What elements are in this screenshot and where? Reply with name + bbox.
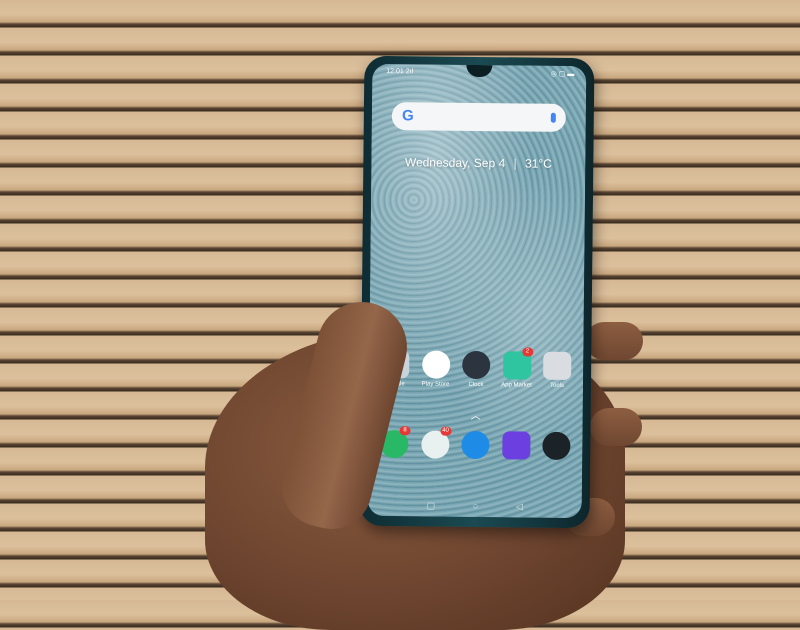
back-button[interactable]: ◁ [516, 501, 523, 512]
date-weather-widget[interactable]: Wednesday, Sep 4 | 31°C [371, 155, 585, 171]
dock-browser[interactable] [455, 430, 495, 460]
notification-badge: 8 [399, 426, 411, 436]
navigation-bar: ▢ ○ ◁ [408, 498, 542, 513]
app-app-market[interactable]: 2 App Market [496, 347, 536, 389]
app-label: Play Store [421, 381, 450, 388]
home-button[interactable]: ○ [473, 501, 479, 511]
notification-badge: 40 [439, 426, 452, 436]
mic-icon[interactable] [550, 112, 556, 123]
app-label: Tools [549, 382, 565, 389]
recent-apps-button[interactable]: ▢ [427, 500, 436, 511]
date-text: Wednesday, Sep 4 [404, 155, 506, 171]
app-label: App Market [501, 382, 532, 389]
phone: 12:01 2ıl ◎ ▢ ▬ G Wednesday, Sep 4 | 31°… [359, 55, 595, 529]
status-time: 12:01 [386, 68, 404, 76]
app-tools-folder[interactable]: Tools [537, 351, 577, 389]
play-store-icon [421, 350, 450, 379]
camera-icon [542, 431, 571, 460]
dock-messages[interactable]: 40 [415, 426, 455, 459]
status-icons: ◎ ▢ ▬ [550, 70, 575, 79]
temperature-text: 31°C [524, 156, 552, 171]
gallery-icon [501, 431, 531, 460]
hand-finger [585, 322, 643, 360]
dock-camera[interactable] [536, 431, 576, 460]
phone-screen: 12:01 2ıl ◎ ▢ ▬ G Wednesday, Sep 4 | 31°… [367, 63, 587, 519]
notification-badge: 2 [521, 347, 533, 357]
app-clock[interactable]: Clock [456, 350, 496, 389]
app-play-store[interactable]: Play Store [415, 350, 455, 388]
status-bar: 12:01 2ıl ◎ ▢ ▬ [386, 68, 574, 82]
google-search-bar[interactable]: G [391, 102, 566, 132]
hand-finger [590, 408, 642, 446]
browser-icon [461, 430, 490, 460]
chevron-up-icon[interactable]: ︿ [471, 407, 481, 422]
clock-icon [462, 350, 491, 380]
weather-icon: | [513, 156, 517, 171]
dock: 8 40 [374, 426, 576, 460]
app-label: Clock [468, 381, 484, 389]
tools-folder-icon [543, 351, 572, 380]
signal-indicator: 2ıl [405, 68, 414, 76]
google-logo-icon: G [401, 107, 414, 125]
dock-gallery[interactable] [496, 431, 536, 460]
